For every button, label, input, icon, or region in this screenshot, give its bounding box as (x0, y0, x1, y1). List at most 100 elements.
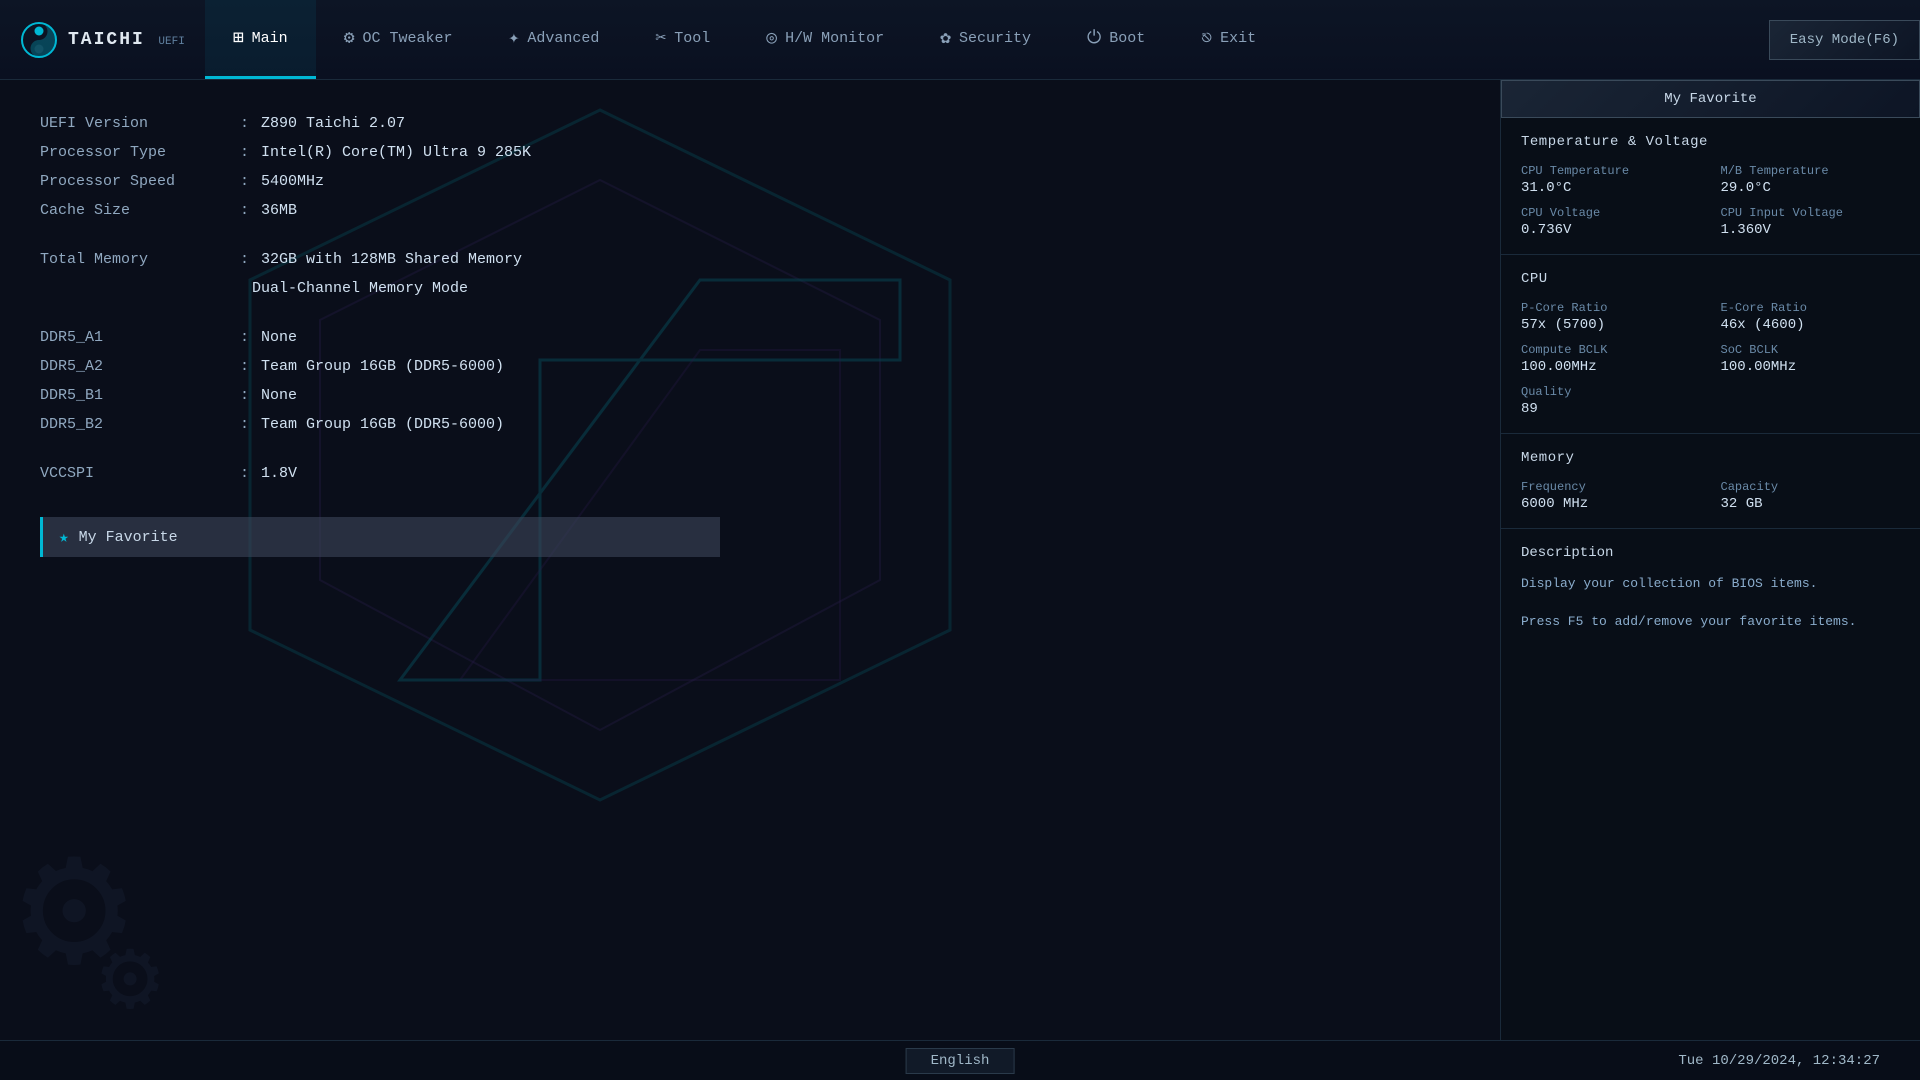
e-core-ratio-item: E-Core Ratio 46x (4600) (1721, 301, 1901, 333)
nav-tabs: ⊞ Main ⚙ OC Tweaker ✦ Advanced ✂ Tool ◎ … (205, 0, 1769, 79)
temp-voltage-grid: CPU Temperature 31.0°C M/B Temperature 2… (1521, 164, 1900, 238)
logo-text: TAICHI (68, 30, 145, 50)
vccspi-label: VCCSPI (40, 460, 240, 487)
my-favorite-button[interactable]: My Favorite (1501, 80, 1920, 118)
ddr5-b1-row: DDR5_B1 : None (40, 382, 660, 409)
security-icon: ✿ (940, 27, 951, 49)
cpu-input-voltage-value: 1.360V (1721, 222, 1901, 238)
processor-type-value: Intel(R) Core(TM) Ultra 9 285K (261, 139, 531, 166)
ddr5-b1-value: None (261, 382, 297, 409)
mb-temp-label: M/B Temperature (1721, 164, 1901, 178)
my-favorite-item[interactable]: ★ My Favorite (40, 517, 720, 557)
hw-monitor-icon: ◎ (766, 27, 777, 49)
frequency-label: Frequency (1521, 480, 1701, 494)
favorite-star-icon: ★ (59, 527, 69, 547)
p-core-ratio-value: 57x (5700) (1521, 317, 1701, 333)
tab-security-label: Security (959, 30, 1031, 47)
cpu-section: CPU P-Core Ratio 57x (5700) E-Core Ratio… (1501, 255, 1920, 434)
capacity-label: Capacity (1721, 480, 1901, 494)
tab-main[interactable]: ⊞ Main (205, 0, 316, 79)
processor-speed-label: Processor Speed (40, 168, 240, 195)
compute-bclk-label: Compute BCLK (1521, 343, 1701, 357)
taichi-logo-icon (20, 21, 58, 59)
cpu-temp-label: CPU Temperature (1521, 164, 1701, 178)
advanced-icon: ✦ (509, 27, 520, 49)
cpu-temp-item: CPU Temperature 31.0°C (1521, 164, 1701, 196)
tab-advanced[interactable]: ✦ Advanced (481, 0, 628, 79)
description-text1: Display your collection of BIOS items. (1521, 573, 1900, 595)
tab-main-label: Main (252, 30, 288, 47)
cpu-voltage-label: CPU Voltage (1521, 206, 1701, 220)
cpu-title: CPU (1521, 271, 1900, 287)
tab-oc-tweaker[interactable]: ⚙ OC Tweaker (316, 0, 481, 79)
tab-hw-monitor[interactable]: ◎ H/W Monitor (738, 0, 912, 79)
cpu-temp-value: 31.0°C (1521, 180, 1701, 196)
p-core-ratio-item: P-Core Ratio 57x (5700) (1521, 301, 1701, 333)
cache-size-row: Cache Size : 36MB (40, 197, 660, 224)
tab-tool[interactable]: ✂ Tool (627, 0, 738, 79)
tab-exit[interactable]: ⎋ Exit (1173, 0, 1284, 79)
system-info-table: UEFI Version : Z890 Taichi 2.07 Processo… (40, 110, 660, 487)
tab-boot[interactable]: ⏻ Boot (1059, 0, 1173, 79)
cpu-input-voltage-item: CPU Input Voltage 1.360V (1721, 206, 1901, 238)
ddr5-b2-row: DDR5_B2 : Team Group 16GB (DDR5-6000) (40, 411, 660, 438)
total-memory-value2: Dual-Channel Memory Mode (40, 275, 660, 302)
temp-voltage-title: Temperature & Voltage (1521, 134, 1900, 150)
ddr5-a2-row: DDR5_A2 : Team Group 16GB (DDR5-6000) (40, 353, 660, 380)
ddr5-a2-value: Team Group 16GB (DDR5-6000) (261, 353, 504, 380)
cache-size-label: Cache Size (40, 197, 240, 224)
cpu-input-voltage-label: CPU Input Voltage (1721, 206, 1901, 220)
processor-type-label: Processor Type (40, 139, 240, 166)
total-memory-row: Total Memory : 32GB with 128MB Shared Me… (40, 246, 660, 273)
uefi-version-value: Z890 Taichi 2.07 (261, 110, 405, 137)
tab-boot-label: Boot (1109, 30, 1145, 47)
frequency-item: Frequency 6000 MHz (1521, 480, 1701, 512)
easy-mode-button[interactable]: Easy Mode(F6) (1769, 20, 1920, 60)
language-selector[interactable]: English (906, 1048, 1015, 1074)
description-text2: Press F5 to add/remove your favorite ite… (1521, 611, 1900, 633)
ddr5-b2-label: DDR5_B2 (40, 411, 240, 438)
capacity-value: 32 GB (1721, 496, 1901, 512)
compute-bclk-value: 100.00MHz (1521, 359, 1701, 375)
mb-temp-value: 29.0°C (1721, 180, 1901, 196)
center-background (700, 80, 1500, 1040)
total-memory-label: Total Memory (40, 246, 240, 273)
vccspi-row: VCCSPI : 1.8V (40, 460, 660, 487)
quality-value: 89 (1521, 401, 1900, 417)
left-panel: UEFI Version : Z890 Taichi 2.07 Processo… (0, 80, 700, 1040)
soc-bclk-label: SoC BCLK (1721, 343, 1901, 357)
ddr5-a1-row: DDR5_A1 : None (40, 324, 660, 351)
capacity-item: Capacity 32 GB (1721, 480, 1901, 512)
boot-icon: ⏻ (1087, 28, 1101, 49)
processor-speed-value: 5400MHz (261, 168, 324, 195)
header: TAICHI UEFI ⊞ Main ⚙ OC Tweaker ✦ Advanc… (0, 0, 1920, 80)
memory-title: Memory (1521, 450, 1900, 466)
temp-voltage-section: Temperature & Voltage CPU Temperature 31… (1501, 118, 1920, 255)
processor-speed-row: Processor Speed : 5400MHz (40, 168, 660, 195)
uefi-version-label: UEFI Version (40, 110, 240, 137)
memory-grid: Frequency 6000 MHz Capacity 32 GB (1521, 480, 1900, 512)
oc-tweaker-icon: ⚙ (344, 27, 355, 49)
right-panel: My Favorite Temperature & Voltage CPU Te… (1500, 80, 1920, 1040)
ddr5-b1-label: DDR5_B1 (40, 382, 240, 409)
frequency-value: 6000 MHz (1521, 496, 1701, 512)
e-core-ratio-label: E-Core Ratio (1721, 301, 1901, 315)
description-title: Description (1521, 545, 1900, 561)
total-memory-value: 32GB with 128MB Shared Memory (261, 246, 522, 273)
compute-bclk-item: Compute BCLK 100.00MHz (1521, 343, 1701, 375)
e-core-ratio-value: 46x (4600) (1721, 317, 1901, 333)
ddr5-a2-label: DDR5_A2 (40, 353, 240, 380)
tab-tool-label: Tool (674, 30, 710, 47)
main-content: UEFI Version : Z890 Taichi 2.07 Processo… (0, 80, 1920, 1040)
processor-type-row: Processor Type : Intel(R) Core(TM) Ultra… (40, 139, 660, 166)
quality-label: Quality (1521, 385, 1900, 399)
soc-bclk-item: SoC BCLK 100.00MHz (1721, 343, 1901, 375)
tab-exit-label: Exit (1220, 30, 1256, 47)
logo-area: TAICHI UEFI (0, 21, 205, 59)
tool-icon: ✂ (655, 27, 666, 49)
tab-security[interactable]: ✿ Security (912, 0, 1059, 79)
favorite-label: My Favorite (79, 529, 178, 546)
cpu-voltage-value: 0.736V (1521, 222, 1701, 238)
cpu-grid: P-Core Ratio 57x (5700) E-Core Ratio 46x… (1521, 301, 1900, 375)
tab-hw-monitor-label: H/W Monitor (785, 30, 884, 47)
